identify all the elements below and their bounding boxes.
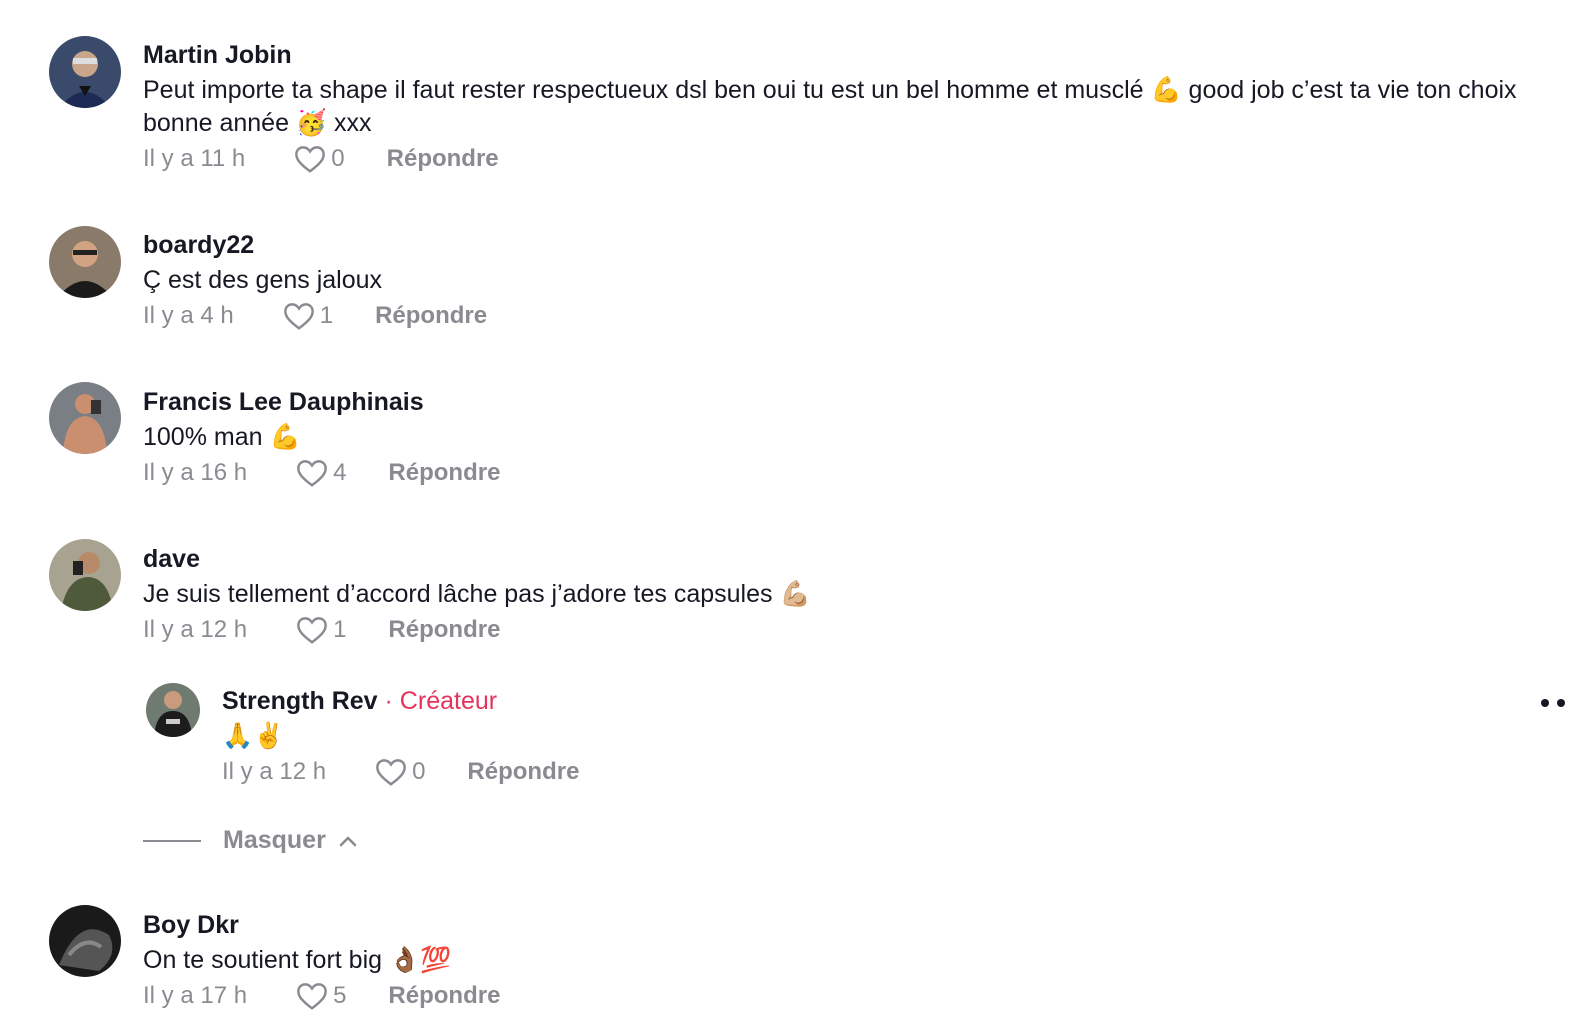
- comment-username[interactable]: Martin Jobin: [143, 40, 1543, 70]
- like-count: 1: [319, 302, 334, 329]
- avatar[interactable]: [49, 539, 121, 611]
- reply-button[interactable]: Répondre: [388, 616, 500, 644]
- like-count: 5: [333, 982, 347, 1009]
- reply-button[interactable]: Répondre: [388, 459, 500, 487]
- reply-button[interactable]: Répondre: [467, 758, 579, 786]
- comment-text: Je suis tellement d’accord lâche pas j’a…: [143, 580, 811, 608]
- comment-time: Il y a 16 h: [143, 459, 248, 486]
- comment-time: Il y a 11 h: [143, 145, 246, 172]
- hide-replies-button[interactable]: Masquer: [143, 826, 358, 855]
- like-count: 1: [333, 616, 347, 643]
- reply-time: Il y a 12 h: [222, 758, 327, 785]
- reply-username[interactable]: Strength Rev · Créateur: [222, 686, 1522, 716]
- avatar[interactable]: [49, 36, 121, 108]
- more-options-icon[interactable]: [1538, 694, 1570, 712]
- heart-outline-icon: [297, 617, 327, 644]
- divider-line: [143, 839, 201, 842]
- comment-text: On te soutient fort big 👌🏾💯: [143, 946, 452, 974]
- reply-button[interactable]: Répondre: [388, 982, 500, 1010]
- reply-button[interactable]: Répondre: [375, 302, 487, 330]
- heart-outline-icon: [283, 303, 314, 330]
- comment-text: Ç est des gens jaloux: [143, 266, 383, 294]
- like-button[interactable]: 0: [374, 757, 425, 787]
- comment-username[interactable]: Francis Lee Dauphinais: [143, 387, 1543, 417]
- heart-outline-icon: [295, 146, 326, 173]
- like-count: 0: [331, 145, 345, 172]
- hide-label: Masquer: [223, 826, 326, 854]
- comment-time: Il y a 4 h: [143, 302, 234, 329]
- avatar[interactable]: [49, 905, 121, 977]
- like-button[interactable]: 0: [293, 144, 345, 174]
- creator-badge: · Créateur: [377, 687, 498, 715]
- like-button[interactable]: 4: [295, 458, 346, 488]
- comment-time: Il y a 17 h: [143, 982, 248, 1009]
- avatar[interactable]: [146, 683, 200, 737]
- like-count: 0: [412, 758, 426, 785]
- avatar[interactable]: [49, 226, 121, 298]
- reply-username-text: Strength Rev: [222, 687, 378, 715]
- comment-text: Peut importe ta shape il faut rester res…: [143, 76, 1517, 137]
- comment-time: Il y a 12 h: [143, 616, 248, 643]
- like-button[interactable]: 1: [282, 301, 333, 331]
- reply-text: 🙏✌️: [222, 722, 285, 750]
- heart-outline-icon: [376, 759, 406, 786]
- chevron-up-icon: [339, 836, 357, 846]
- like-count: 4: [333, 459, 347, 486]
- comment-text: 100% man 💪: [143, 423, 301, 451]
- like-button[interactable]: 5: [295, 981, 346, 1011]
- avatar[interactable]: [49, 382, 121, 454]
- comment-username[interactable]: dave: [143, 544, 1543, 574]
- heart-outline-icon: [297, 460, 327, 487]
- like-button[interactable]: 1: [295, 615, 346, 645]
- heart-outline-icon: [297, 983, 327, 1010]
- reply-button[interactable]: Répondre: [387, 145, 499, 173]
- comment-username[interactable]: Boy Dkr: [143, 910, 1543, 940]
- comment-username[interactable]: boardy22: [143, 230, 1543, 260]
